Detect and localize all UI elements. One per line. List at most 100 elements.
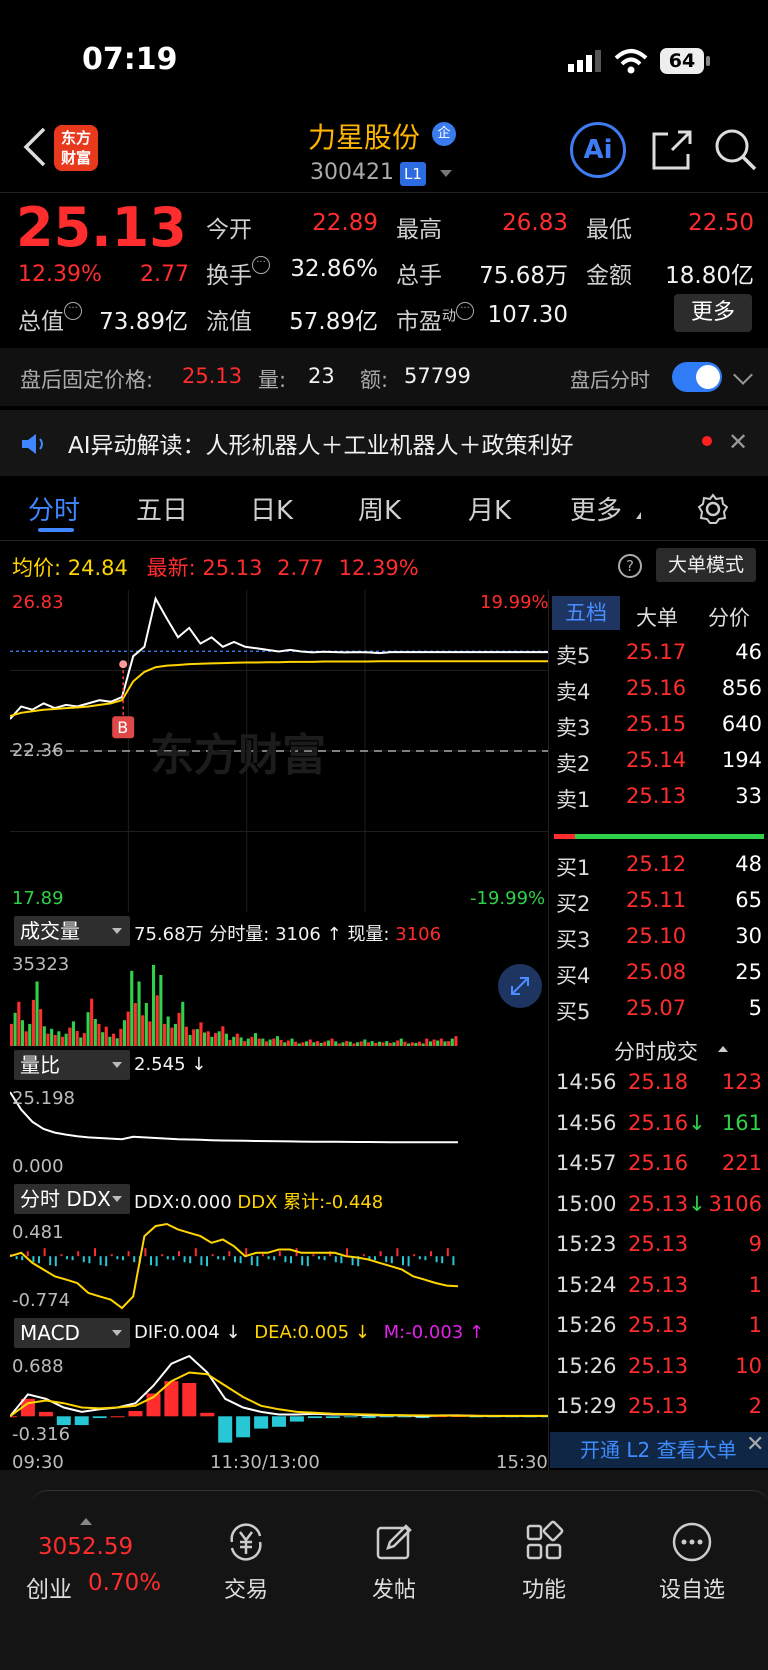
tab-price-distribution[interactable]: 分价 bbox=[708, 602, 750, 632]
nav-post[interactable]: 发帖 bbox=[344, 1520, 444, 1604]
edit-icon bbox=[376, 1524, 412, 1560]
asks-row: 卖1 25.13 33 bbox=[556, 784, 762, 814]
ddx-bar bbox=[222, 1256, 225, 1261]
info-dots-icon[interactable]: ··· bbox=[252, 256, 270, 274]
watermark: 东方财富 bbox=[150, 730, 326, 781]
volume-bar bbox=[232, 1036, 236, 1046]
asks-row: 卖3 25.15 640 bbox=[556, 712, 762, 742]
intraday-chart[interactable]: 东方财富 B bbox=[10, 590, 548, 912]
stock-code[interactable]: 300421 bbox=[310, 160, 394, 185]
change-amount: 2.77 bbox=[140, 262, 189, 287]
volume-bar bbox=[228, 1039, 232, 1046]
info-dots-icon[interactable]: ··· bbox=[64, 302, 82, 320]
panel-divider bbox=[548, 590, 549, 1470]
macd-indicator-select[interactable]: MACD bbox=[14, 1318, 130, 1348]
mktcap-value: 73.89亿 bbox=[99, 309, 188, 335]
tab-daily-k[interactable]: 日K bbox=[250, 490, 293, 527]
y-axis-min-pct: -19.99% bbox=[470, 888, 546, 909]
tab-five-day[interactable]: 五日 bbox=[136, 490, 188, 527]
help-icon[interactable]: ? bbox=[618, 554, 642, 578]
close-icon[interactable]: ✕ bbox=[728, 428, 748, 456]
tab-big-orders[interactable]: 大单 bbox=[636, 602, 678, 632]
ratio-y-max: 25.198 bbox=[12, 1088, 75, 1109]
chevron-down-icon[interactable] bbox=[440, 170, 452, 177]
nav-functions[interactable]: 功能 bbox=[494, 1520, 594, 1604]
chevron-up-icon[interactable] bbox=[718, 1046, 728, 1052]
ai-button[interactable]: Ai bbox=[570, 122, 626, 178]
trades-row: 15:00 25.13↓ 3106 bbox=[556, 1192, 762, 1224]
macd-bar bbox=[38, 1411, 53, 1417]
after-hours-label: 盘后固定价格: bbox=[20, 368, 154, 392]
volume-bar bbox=[348, 1041, 352, 1046]
volume-bar bbox=[330, 1038, 334, 1046]
nav-trade[interactable]: 交易 bbox=[196, 1520, 296, 1604]
nav-watchlist[interactable]: 设自选 bbox=[642, 1520, 742, 1604]
volume-indicator-select[interactable]: 成交量 bbox=[14, 916, 130, 946]
index-value[interactable]: 3052.59 bbox=[38, 1534, 133, 1560]
ddx-bar bbox=[150, 1256, 152, 1266]
asks-price: 25.15 bbox=[626, 712, 687, 736]
ddx-bar bbox=[413, 1254, 416, 1257]
ddx-indicator-select[interactable]: 分时 DDX bbox=[14, 1184, 130, 1214]
ratio-indicator-select[interactable]: 量比 bbox=[14, 1050, 130, 1080]
ddx-chart bbox=[10, 1222, 459, 1310]
gear-icon[interactable] bbox=[696, 492, 730, 526]
volume-bar bbox=[108, 1036, 112, 1046]
trades-row: 14:56 25.16↓ 161 bbox=[556, 1111, 762, 1143]
volume-bar bbox=[326, 1040, 330, 1046]
trades-title[interactable]: 分时成交 bbox=[614, 1036, 698, 1066]
volume-bar bbox=[141, 1015, 145, 1046]
asks-row: 卖4 25.16 856 bbox=[556, 676, 762, 706]
more-button[interactable]: 更多 bbox=[674, 294, 752, 332]
index-name[interactable]: 创业 bbox=[26, 1570, 72, 1604]
after-hours-vol: 23 bbox=[308, 364, 335, 388]
after-hours-amt: 57799 bbox=[404, 364, 471, 388]
ddx-value: DDX:0.000 bbox=[134, 1192, 232, 1213]
volume-fs: 3106 ↑ bbox=[275, 924, 342, 945]
bids-vol: 30 bbox=[735, 924, 762, 948]
ddx-bar bbox=[346, 1248, 348, 1257]
asks-label: 卖3 bbox=[556, 716, 591, 740]
bids-row: 买2 25.11 65 bbox=[556, 888, 762, 918]
price-series-line bbox=[10, 595, 548, 720]
stock-name[interactable]: 力星股份 bbox=[308, 116, 420, 156]
tab-monthly-k[interactable]: 月K bbox=[468, 490, 511, 527]
avg-row: 均价: 24.84 最新: 25.13 2.77 12.39% bbox=[12, 552, 419, 582]
ddx-bar bbox=[66, 1256, 68, 1260]
volume-fs-label: 分时量: bbox=[209, 924, 270, 945]
ai-banner-text[interactable]: AI异动解读：人形机器人＋工业机器人＋政策利好 bbox=[68, 426, 574, 460]
search-icon[interactable] bbox=[712, 126, 758, 172]
volume-bar bbox=[206, 1031, 210, 1046]
asks-price: 25.13 bbox=[626, 784, 687, 808]
bids-label: 买2 bbox=[556, 892, 591, 916]
close-icon[interactable]: ✕ bbox=[746, 1432, 764, 1457]
tab-fenshi[interactable]: 分时 bbox=[28, 490, 80, 527]
trades-row: 15:29 25.13 2 bbox=[556, 1394, 762, 1426]
back-arrow-icon[interactable] bbox=[20, 125, 50, 169]
trades-price: 25.13 bbox=[628, 1272, 689, 1297]
tab-more[interactable]: 更多 bbox=[570, 490, 622, 527]
last-price: 25.13 bbox=[16, 196, 187, 259]
volume-bar bbox=[414, 1042, 418, 1046]
y-axis-prev-close: 22.36 bbox=[12, 740, 64, 761]
buy-marker-dot bbox=[119, 660, 128, 669]
index-pct[interactable]: 0.70% bbox=[88, 1570, 161, 1596]
trades-time: 14:56 bbox=[556, 1070, 617, 1094]
info-dots-icon[interactable]: ··· bbox=[456, 302, 474, 320]
volume-bar bbox=[352, 1043, 356, 1046]
l2-upgrade-bar[interactable]: 开通 L2 查看大单 bbox=[550, 1432, 768, 1468]
bids-vol: 25 bbox=[735, 960, 762, 984]
ddx-info: DDX:0.000 DDX 累计:-0.448 bbox=[134, 1188, 383, 1214]
tab-weekly-k[interactable]: 周K bbox=[358, 490, 401, 527]
ddx-bar bbox=[105, 1256, 108, 1267]
trades-time: 14:57 bbox=[556, 1151, 617, 1175]
ddx-bar bbox=[54, 1256, 57, 1267]
expand-icon[interactable] bbox=[498, 964, 542, 1008]
trades-price: 25.18 bbox=[628, 1070, 689, 1094]
chevron-up-icon[interactable] bbox=[80, 1518, 92, 1525]
volume-bar bbox=[148, 1021, 152, 1046]
volume-bar bbox=[403, 1041, 407, 1046]
share-icon[interactable] bbox=[650, 128, 694, 172]
tab-order-book[interactable]: 五档 bbox=[552, 596, 620, 630]
big-order-mode-button[interactable]: 大单模式 bbox=[656, 548, 756, 582]
